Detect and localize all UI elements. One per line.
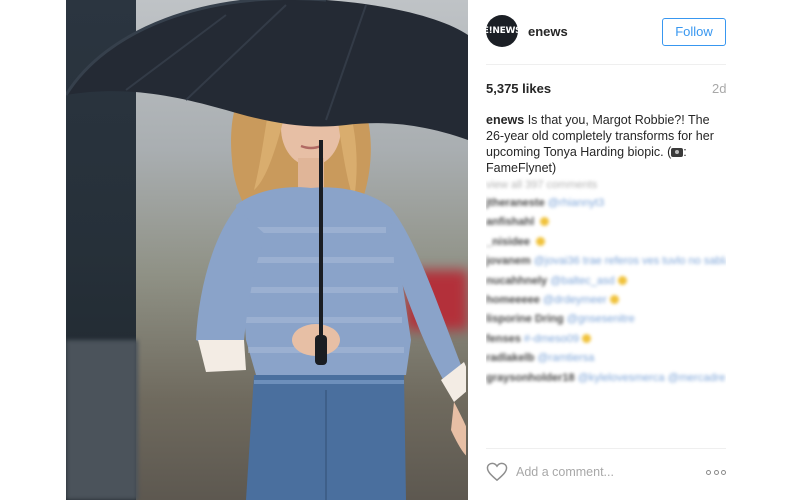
emoji-icon xyxy=(617,275,627,285)
comment-text: @ramtiersa xyxy=(537,352,595,365)
view-all-comments-link[interactable]: view all 397 comments xyxy=(486,176,726,194)
comment-text: @kylelovesmerca @mercadren xyxy=(577,371,726,384)
comment-row: jovanem @jovai36 trae referos ves tuvlo … xyxy=(486,252,726,271)
comment-text: @rhiannyt3 xyxy=(547,197,605,209)
comment-username[interactable]: homeeeee xyxy=(486,294,540,306)
comment-row: lisporine Dring @gnsesenitre xyxy=(486,310,726,329)
emoji-icon xyxy=(609,294,619,304)
camera-icon xyxy=(671,148,684,157)
post-age[interactable]: 2d xyxy=(712,81,726,96)
emoji-icon xyxy=(540,217,550,227)
comment-row: anfishahl xyxy=(486,213,726,232)
umbrella xyxy=(66,0,468,140)
username-link[interactable]: enews xyxy=(528,24,568,39)
comment-text: @drdeymeer xyxy=(542,293,607,306)
background-car-blur xyxy=(66,340,138,500)
comment-text: #-dmeso09 xyxy=(523,332,579,345)
likes-count[interactable]: 5,375 likes xyxy=(486,81,551,96)
comment-text: @gnsesenitre xyxy=(566,313,635,326)
comment-text: @baltec_asd xyxy=(550,274,615,287)
emoji-icon xyxy=(536,236,546,246)
comment-username[interactable]: _nisidee xyxy=(486,236,530,248)
post-header: E!NEWS enews Follow xyxy=(468,0,734,64)
footer-divider xyxy=(486,448,726,449)
comment-username[interactable]: anfishahl xyxy=(486,216,534,228)
comment-row: graysonholder18 @kylelovesmerca @mercadr… xyxy=(486,369,726,388)
umbrella-handle xyxy=(315,140,327,365)
comment-row: fenses #-dmeso09 xyxy=(486,330,726,349)
comment-username[interactable]: lisporine Dring xyxy=(486,313,564,325)
caption-username[interactable]: enews xyxy=(486,113,524,127)
comments-list: view all 397 comments jtheraneste @rhian… xyxy=(486,176,726,446)
follow-button[interactable]: Follow xyxy=(662,18,726,46)
post-caption: enews Is that you, Margot Robbie?! The 2… xyxy=(486,112,722,176)
avatar-logo-text: E!NEWS xyxy=(486,26,518,36)
header-divider xyxy=(486,64,726,65)
comment-row: _nisidee xyxy=(486,233,726,252)
emoji-icon xyxy=(581,333,591,343)
comment-username[interactable]: nucahhnely xyxy=(486,275,547,287)
post-details-panel: E!NEWS enews Follow 5,375 likes 2d enews… xyxy=(468,0,734,500)
avatar[interactable]: E!NEWS xyxy=(486,15,518,47)
comment-username[interactable]: jovanem xyxy=(486,255,531,267)
comment-row: nucahhnely @baltec_asd xyxy=(486,272,726,291)
comment-text: @jovai36 trae referos ves tuvlo no sabla… xyxy=(533,255,726,268)
more-options-icon[interactable] xyxy=(706,470,726,476)
heart-icon[interactable] xyxy=(486,462,508,482)
comment-row: radlakelb @ramtiersa xyxy=(486,349,726,368)
post-footer xyxy=(468,448,734,500)
comment-row: homeeeee @drdeymeer xyxy=(486,291,726,310)
add-comment-input[interactable] xyxy=(516,463,686,481)
comment-username[interactable]: graysonholder18 xyxy=(486,372,575,384)
comment-row: jtheraneste @rhiannyt3 xyxy=(486,194,726,213)
comment-username[interactable]: radlakelb xyxy=(486,352,534,364)
comment-username[interactable]: jtheraneste xyxy=(486,197,545,209)
post-photo[interactable] xyxy=(66,0,468,500)
comment-username[interactable]: fenses xyxy=(486,333,521,345)
